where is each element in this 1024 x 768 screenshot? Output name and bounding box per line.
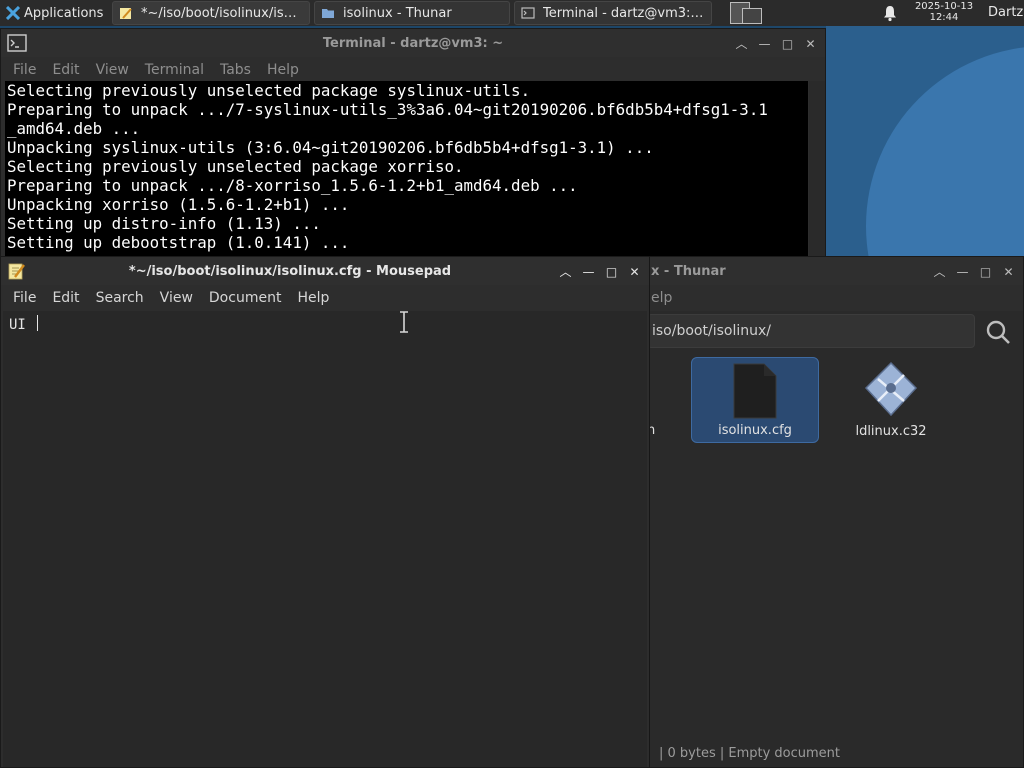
- taskbar-item-label: Terminal - dartz@vm3: ~: [543, 5, 705, 21]
- window-close-button[interactable]: ✕: [802, 35, 819, 52]
- terminal-line: Setting up distro-info (1.13) ...: [7, 214, 321, 233]
- terminal-line: Selecting previously unselected package …: [7, 157, 464, 176]
- window-close-button[interactable]: ✕: [626, 263, 643, 280]
- window-shade-button[interactable]: ︿: [733, 35, 750, 52]
- document-icon: [733, 363, 777, 419]
- workspace-2[interactable]: [742, 8, 762, 24]
- window-maximize-button[interactable]: □: [977, 263, 994, 280]
- mouse-ibeam-cursor-icon: [400, 311, 408, 333]
- window-maximize-button[interactable]: □: [603, 263, 620, 280]
- search-icon[interactable]: [985, 319, 1011, 345]
- menu-help[interactable]: Help: [289, 290, 337, 306]
- applications-label: Applications: [24, 5, 104, 21]
- user-menu[interactable]: Dartz: [988, 0, 1023, 26]
- terminal-line: _amd64.deb ...: [7, 119, 141, 138]
- file-item-isolinux-cfg[interactable]: isolinux.cfg: [691, 357, 819, 443]
- thunar-window: x - Thunar ︿ — □ ✕ elp iso/boot/isolinux…: [646, 256, 1024, 768]
- menu-terminal[interactable]: Terminal: [137, 62, 212, 78]
- window-minimize-button[interactable]: —: [756, 35, 773, 52]
- terminal-output[interactable]: Selecting previously unselected package …: [5, 81, 808, 257]
- taskbar-item-label: *~/iso/boot/isolinux/isol...: [141, 5, 303, 21]
- menu-edit[interactable]: Edit: [44, 62, 87, 78]
- window-title: *~/iso/boot/isolinux/isolinux.cfg - Mous…: [128, 263, 452, 279]
- wallpaper-wave: [826, 26, 1024, 256]
- mousepad-menubar: File Edit Search View Document Help: [1, 285, 649, 311]
- menu-view[interactable]: View: [152, 290, 201, 306]
- menu-view[interactable]: View: [88, 62, 137, 78]
- terminal-window: Terminal - dartz@vm3: ~ ︿ — □ ✕ File Edi…: [0, 28, 826, 258]
- text-editor-icon: [120, 8, 132, 19]
- mousepad-window: *~/iso/boot/isolinux/isolinux.cfg - Mous…: [0, 256, 650, 768]
- window-shade-button[interactable]: ︿: [931, 263, 948, 280]
- editor-text-area[interactable]: UI: [3, 311, 647, 767]
- editor-content: UI: [9, 315, 39, 333]
- window-minimize-button[interactable]: —: [954, 263, 971, 280]
- terminal-icon: [521, 7, 535, 19]
- xfce-logo-icon: [6, 6, 20, 20]
- menu-separator: ⋮: [107, 6, 110, 21]
- location-bar[interactable]: iso/boot/isolinux/: [647, 314, 975, 348]
- clock-time: 12:44: [929, 12, 959, 23]
- window-minimize-button[interactable]: —: [580, 263, 597, 280]
- terminal-line: Preparing to unpack .../8-xorriso_1.5.6-…: [7, 176, 578, 195]
- panel-clock[interactable]: 2025-10-13 12:44: [906, 1, 982, 23]
- menu-tabs[interactable]: Tabs: [212, 62, 259, 78]
- menu-help[interactable]: elp: [651, 290, 680, 306]
- status-bar: | 0 bytes | Empty document: [647, 741, 1023, 767]
- menu-help[interactable]: Help: [259, 62, 307, 78]
- workspace-switcher[interactable]: [728, 0, 768, 26]
- binary-file-icon: [864, 361, 918, 417]
- menu-search[interactable]: Search: [88, 290, 152, 306]
- taskbar-item-label: isolinux - Thunar: [343, 5, 452, 21]
- file-view[interactable]: n isolinux.cfg ldlinux.c32: [647, 355, 1023, 735]
- menu-file[interactable]: File: [5, 62, 44, 78]
- terminal-line: Unpacking xorriso (1.5.6-1.2+b1) ...: [7, 195, 350, 214]
- file-name: isolinux.cfg: [718, 423, 792, 438]
- terminal-titlebar[interactable]: Terminal - dartz@vm3: ~ ︿ — □ ✕: [1, 29, 825, 57]
- terminal-line: Unpacking syslinux-utils (3:6.04~git2019…: [7, 138, 654, 157]
- taskbar-item-mousepad[interactable]: *~/iso/boot/isolinux/isol...: [112, 1, 310, 25]
- terminal-menubar: File Edit View Terminal Tabs Help: [1, 57, 825, 83]
- menu-file[interactable]: File: [5, 290, 44, 306]
- editor-text: UI: [9, 317, 35, 333]
- thunar-menubar: elp: [647, 285, 1023, 311]
- file-item-ldlinux-c32[interactable]: ldlinux.c32: [827, 357, 955, 443]
- menu-edit[interactable]: Edit: [44, 290, 87, 306]
- terminal-line: Selecting previously unselected package …: [7, 81, 531, 100]
- folder-icon: [322, 9, 334, 18]
- file-name: ldlinux.c32: [855, 424, 927, 439]
- terminal-line: Preparing to unpack .../7-syslinux-utils…: [7, 100, 768, 119]
- notification-bell-icon[interactable]: [882, 4, 898, 22]
- mousepad-titlebar[interactable]: *~/iso/boot/isolinux/isolinux.cfg - Mous…: [1, 257, 649, 285]
- menu-document[interactable]: Document: [201, 290, 290, 306]
- terminal-scrollbar[interactable]: [809, 81, 825, 257]
- terminal-line: Setting up debootstrap (1.0.141) ...: [7, 233, 350, 252]
- clock-date: 2025-10-13: [914, 1, 974, 12]
- thunar-titlebar[interactable]: x - Thunar ︿ — □ ✕: [647, 257, 1023, 285]
- window-shade-button[interactable]: ︿: [557, 263, 574, 280]
- window-title: Terminal - dartz@vm3: ~: [322, 35, 504, 51]
- text-cursor: [37, 315, 39, 331]
- taskbar-item-terminal[interactable]: Terminal - dartz@vm3: ~: [514, 1, 712, 25]
- taskbar-item-thunar[interactable]: isolinux - Thunar: [314, 1, 510, 25]
- window-maximize-button[interactable]: □: [779, 35, 796, 52]
- window-close-button[interactable]: ✕: [1000, 263, 1017, 280]
- applications-menu-button[interactable]: Applications ⋮: [0, 0, 110, 26]
- top-panel: Applications ⋮ *~/iso/boot/isolinux/isol…: [0, 0, 1024, 26]
